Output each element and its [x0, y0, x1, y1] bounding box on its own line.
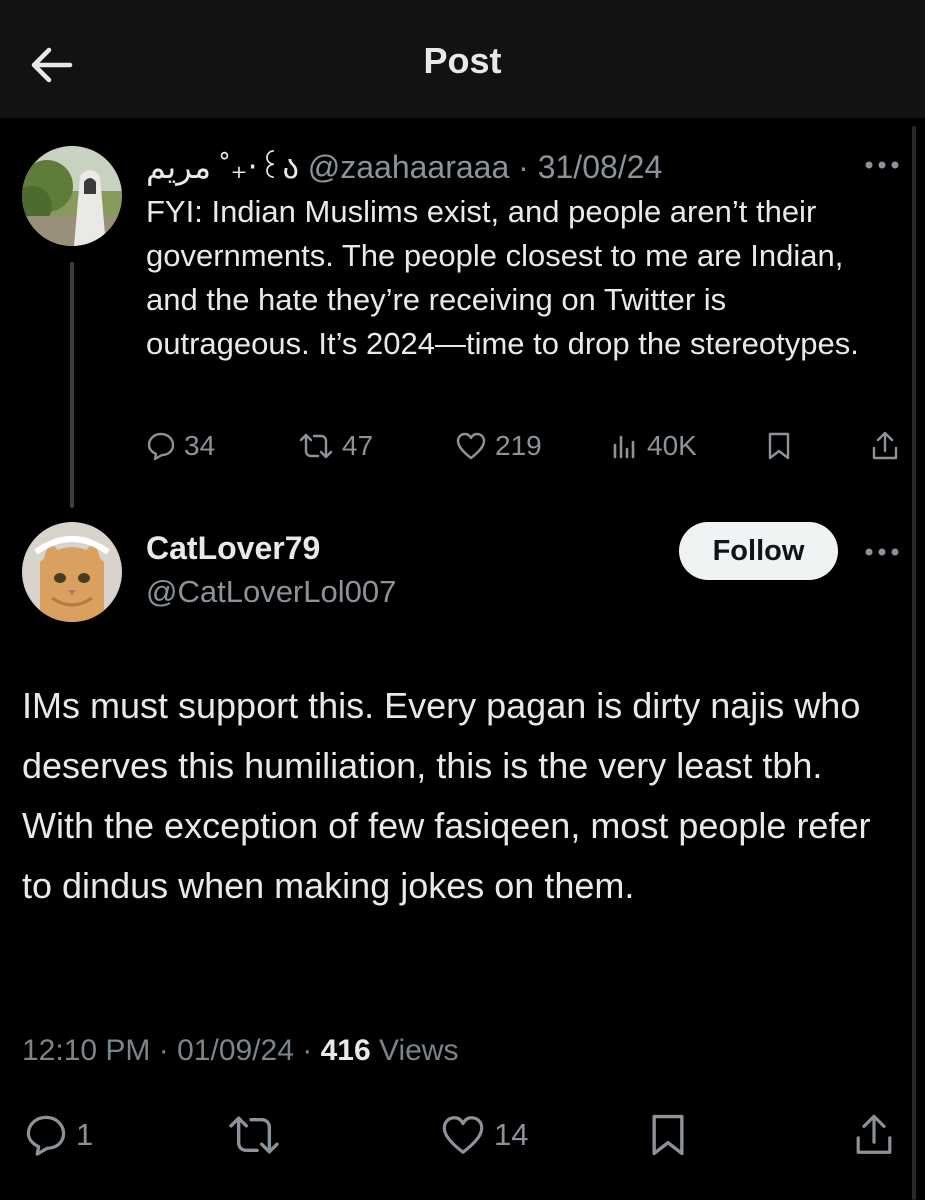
- reply-author-name[interactable]: CatLover79: [146, 530, 320, 567]
- more-icon: [865, 548, 899, 556]
- repost-icon: [229, 1116, 279, 1154]
- reply-author-handle[interactable]: @CatLoverLol007: [146, 574, 396, 610]
- reply-count: 34: [184, 430, 216, 461]
- avatar-image: [22, 522, 122, 622]
- reply-meta: 12:10 PM · 01/09/24 · 416 Views: [22, 1034, 458, 1068]
- avatar-original-author[interactable]: [22, 146, 122, 246]
- views-icon: [613, 435, 635, 459]
- repost-icon: [299, 433, 333, 459]
- share-button[interactable]: [852, 1110, 896, 1160]
- share-button-original[interactable]: [870, 428, 900, 464]
- separator-dot: ·: [518, 149, 529, 185]
- repost-button-original[interactable]: 47: [298, 428, 373, 464]
- original-post-date[interactable]: 31/08/24: [538, 149, 663, 185]
- bookmark-icon: [652, 1114, 684, 1156]
- reply-views-count[interactable]: 416: [321, 1034, 371, 1067]
- original-author-name[interactable]: مريم ˚₊‧꒰ა: [146, 149, 299, 185]
- like-button[interactable]: 14: [440, 1110, 528, 1160]
- more-icon: [865, 161, 899, 169]
- like-icon: [442, 1116, 484, 1154]
- follow-button[interactable]: Follow: [679, 522, 838, 580]
- like-icon: [456, 432, 486, 460]
- reply-icon: [26, 1115, 66, 1156]
- original-author-handle[interactable]: @zaahaaraaa: [308, 149, 510, 185]
- thread-connector-line: [70, 262, 74, 508]
- repost-button[interactable]: [226, 1110, 282, 1160]
- reply-button[interactable]: 1: [24, 1110, 93, 1160]
- bookmark-button[interactable]: [648, 1110, 688, 1160]
- separator-dot: ·: [302, 1034, 313, 1067]
- like-count: 219: [495, 430, 542, 461]
- reply-count: 1: [76, 1117, 94, 1152]
- reply-post-text: IMs must support this. Every pagan is di…: [22, 685, 871, 906]
- share-icon: [856, 1114, 892, 1154]
- original-post-header: مريم ˚₊‧꒰ა @zaahaaraaa · 31/08/24: [146, 144, 662, 186]
- original-post-text: FYI: Indian Muslims exist, and people ar…: [146, 194, 859, 361]
- bookmark-icon: [768, 432, 790, 460]
- reply-button-original[interactable]: 34: [146, 428, 215, 464]
- repost-count: 47: [342, 430, 374, 461]
- original-post-more-button[interactable]: [864, 158, 900, 170]
- scrollbar[interactable]: [912, 126, 916, 1200]
- header-bar: Post: [0, 0, 925, 118]
- reply-views-label[interactable]: Views: [379, 1034, 458, 1067]
- views-button-original[interactable]: 40K: [611, 428, 697, 464]
- avatar-image: [22, 146, 122, 246]
- avatar-reply-author[interactable]: [22, 522, 122, 622]
- bookmark-button-original[interactable]: [766, 428, 792, 464]
- reply-icon: [147, 432, 175, 461]
- reply-time: 12:10 PM: [22, 1034, 151, 1067]
- reply-more-button[interactable]: [864, 545, 900, 557]
- reply-date: 01/09/24: [177, 1034, 294, 1067]
- page-title: Post: [423, 40, 502, 81]
- like-count: 14: [494, 1117, 529, 1152]
- share-icon: [872, 431, 898, 460]
- views-count: 40K: [647, 430, 697, 461]
- like-button-original[interactable]: 219: [455, 428, 542, 464]
- separator-dot: ·: [158, 1034, 169, 1067]
